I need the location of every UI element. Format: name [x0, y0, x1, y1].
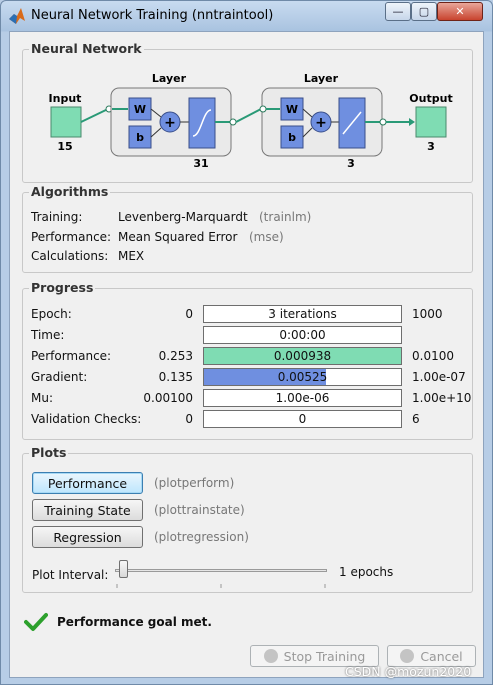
output-label: Output — [409, 92, 452, 105]
progress-bar: 1.00e-06 — [203, 389, 402, 407]
training-note: (trainlm) — [259, 210, 312, 224]
title-bar[interactable]: Neural Network Training (nntraintool) — … — [1, 1, 492, 31]
stop-icon — [263, 649, 278, 663]
progress-row-end: 1000 — [412, 307, 443, 321]
progress-bar: 0:00:00 — [203, 326, 402, 344]
progress-row-label: Performance: — [31, 349, 112, 363]
plot-interval-label: Plot Interval: — [32, 568, 109, 582]
input-connector — [80, 108, 109, 123]
layer1-label: Layer — [152, 72, 187, 85]
progress-row-current: 0:00:00 — [279, 328, 326, 342]
layer1-size: 31 — [193, 157, 208, 170]
performance-value: Mean Squared Error — [118, 230, 238, 244]
layer2-output-node — [379, 118, 387, 126]
layer2-size: 3 — [347, 157, 355, 170]
maximize-button[interactable]: ▢ — [411, 2, 437, 21]
progress-row-label: Gradient: — [31, 370, 88, 384]
layer2-input-node — [259, 105, 267, 113]
cancel-label: Cancel — [420, 648, 463, 664]
neural-network-group: Neural Network Input 15 Layer W b + 31 L… — [22, 41, 473, 183]
progress-row-current: 0.000938 — [273, 349, 332, 363]
progress-bar: 0.00525 — [203, 368, 402, 386]
layer2-sum-symbol: + — [315, 115, 327, 131]
close-button[interactable]: ✕ — [437, 2, 483, 21]
input-label: Input — [49, 92, 82, 105]
progress-row-end: 0.0100 — [412, 349, 454, 363]
input-box — [50, 106, 82, 138]
progress-row-start: 0.135 — [158, 370, 193, 384]
progress-row-label: Validation Checks: — [31, 412, 142, 426]
progress-row-start: 0 — [185, 412, 193, 426]
progress-row-start: 0.00100 — [143, 391, 193, 405]
minimize-icon: — — [392, 5, 404, 18]
output-box — [415, 106, 447, 138]
client-area: Neural Network Input 15 Layer W b + 31 L… — [9, 31, 484, 678]
checkmark-icon — [24, 613, 48, 631]
progress-row-label: Mu: — [31, 391, 54, 405]
progress-row-label: Epoch: — [31, 307, 72, 321]
progress-row-current: 3 iterations — [268, 307, 337, 321]
watermark: CSDN @mozun2020 — [345, 664, 472, 679]
layer1-output-node — [229, 118, 237, 126]
progress-row-end: 6 — [412, 412, 420, 426]
progress-row-start: 0.253 — [158, 349, 193, 363]
progress-row-current: 1.00e-06 — [275, 391, 330, 405]
window-title: Neural Network Training (nntraintool) — [31, 8, 274, 23]
progress-row-current: 0 — [298, 412, 307, 426]
layer-connector — [235, 108, 262, 123]
performance-note: (mse) — [249, 230, 284, 244]
input-size: 15 — [57, 140, 72, 153]
algorithms-title: Algorithms — [29, 184, 111, 199]
algorithms-group: Algorithms Training: Levenberg-Marquardt… — [22, 184, 473, 273]
progress-row-label: Time: — [31, 328, 65, 342]
progress-bar: 0.000938 — [203, 347, 402, 365]
maximize-icon: ▢ — [418, 5, 430, 18]
plot-performance-note: (plotperform) — [154, 476, 235, 490]
stop-training-label: Stop Training — [283, 648, 366, 664]
progress-row-end: 1.00e+10 — [412, 391, 472, 405]
performance-label: Performance: — [31, 230, 112, 244]
training-label: Training: — [31, 210, 83, 224]
progress-bar: 0 — [203, 410, 402, 428]
output-size: 3 — [427, 140, 435, 153]
plot-interval-track[interactable] — [115, 569, 327, 572]
matlab-logo-icon — [9, 8, 25, 24]
progress-group: Progress Epoch: 0 3 iterations 1000 Time: 0:0… — [22, 280, 473, 440]
plots-title: Plots — [29, 445, 69, 460]
plot-regression-button[interactable]: Regression — [32, 526, 143, 548]
calculations-label: Calculations: — [31, 249, 109, 263]
plot-interval-slider-thumb[interactable] — [119, 560, 128, 578]
plots-group: Plots Performance (plotperform) Training… — [22, 445, 473, 593]
output-arrow-icon — [409, 118, 415, 126]
layer1-weight-label: W — [134, 103, 146, 116]
cancel-icon — [400, 649, 415, 663]
minimize-button[interactable]: — — [385, 2, 411, 21]
progress-row-current: 0.00525 — [277, 370, 328, 384]
network-diagram: Input 15 Layer W b + 31 Layer W b + 3 Ou… — [49, 72, 453, 170]
layer2-label: Layer — [304, 72, 339, 85]
layer1-bias-label: b — [136, 131, 144, 144]
plot-regression-note: (plotregression) — [154, 530, 249, 544]
layer2-weight-label: W — [286, 103, 298, 116]
progress-row-start: 0 — [185, 307, 193, 321]
plot-performance-button[interactable]: Performance — [32, 472, 143, 494]
progress-bar: 3 iterations — [203, 305, 402, 323]
plot-training-state-note: (plottrainstate) — [154, 503, 245, 517]
plot-interval-ticks — [115, 577, 327, 588]
plot-interval-value: 1 epochs — [339, 565, 394, 579]
close-icon: ✕ — [455, 5, 465, 18]
window: Neural Network Training (nntraintool) — … — [0, 0, 493, 685]
progress-title: Progress — [29, 280, 96, 295]
status-message: Performance goal met. — [57, 615, 212, 629]
plot-training-state-button[interactable]: Training State — [32, 499, 143, 521]
training-value: Levenberg-Marquardt — [118, 210, 248, 224]
layer1-sum-symbol: + — [164, 115, 176, 131]
layer2-bias-label: b — [288, 131, 296, 144]
progress-row-end: 1.00e-07 — [412, 370, 466, 384]
calculations-value: MEX — [118, 249, 145, 263]
